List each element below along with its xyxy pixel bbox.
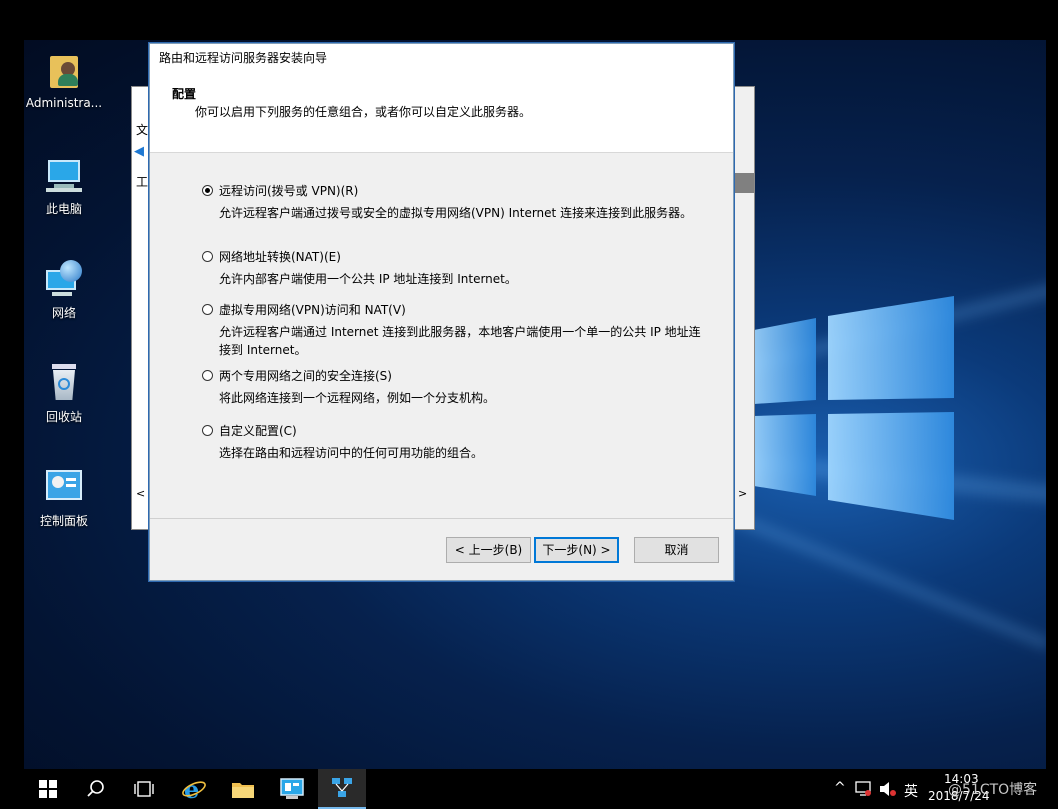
desktop-icon-label: 此电脑 <box>45 202 82 216</box>
recycle-bin-icon <box>44 362 84 402</box>
desktop-icon-label: 回收站 <box>45 410 82 424</box>
option-description: 允许远程客户端通过 Internet 连接到此服务器，本地客户端使用一个单一的公… <box>219 325 701 357</box>
option-label[interactable]: 网络地址转换(NAT)(E) <box>219 248 341 265</box>
windows-logo-wallpaper <box>754 296 954 520</box>
option-description: 将此网络连接到一个远程网络，例如一个分支机构。 <box>219 391 496 405</box>
radio-button-selected[interactable] <box>202 185 213 196</box>
ime-indicator[interactable]: 英 <box>904 781 918 801</box>
volume-muted-icon[interactable] <box>879 781 897 800</box>
radio-button[interactable] <box>202 251 213 262</box>
option-label[interactable]: 自定义配置(C) <box>219 422 297 439</box>
desktop-icon-label: Administra... <box>25 96 103 110</box>
show-hidden-icons-chevron-icon[interactable]: ^ <box>834 780 846 796</box>
computer-icon <box>44 154 84 194</box>
desktop-icon-recycle-bin[interactable]: 回收站 <box>24 362 104 425</box>
control-panel-icon <box>44 466 84 506</box>
wizard-header-title: 配置 <box>172 87 197 101</box>
menu-fragment[interactable]: 文 <box>136 121 148 138</box>
desktop-icon-network[interactable]: 网络 <box>24 258 104 321</box>
desktop-icon-this-pc[interactable]: 此电脑 <box>24 154 104 217</box>
scrollbar-thumb[interactable] <box>734 173 754 193</box>
next-button[interactable]: 下一步(N) > <box>534 537 619 563</box>
back-button[interactable]: < 上一步(B) <box>446 537 531 563</box>
network-status-icon[interactable] <box>855 781 871 800</box>
wizard-header: 配置 你可以启用下列服务的任意组合，或者你可以自定义此服务器。 <box>150 72 733 153</box>
desktop-icon-label: 控制面板 <box>39 514 88 528</box>
desktop-icon-label: 网络 <box>51 306 76 320</box>
option-label[interactable]: 远程访问(拨号或 VPN)(R) <box>219 182 358 199</box>
footer-divider <box>150 518 733 519</box>
option-label[interactable]: 两个专用网络之间的安全连接(S) <box>219 367 392 384</box>
radio-button[interactable] <box>202 425 213 436</box>
console-right-edge: > <box>734 87 754 529</box>
desktop-icon-administrator[interactable]: Administra... <box>24 50 104 110</box>
option-description: 允许远程客户端通过拨号或安全的虚拟专用网络(VPN) Internet 连接来连… <box>219 206 693 220</box>
task-view-icon[interactable] <box>120 769 168 809</box>
desktop-icon-control-panel[interactable]: 控制面板 <box>24 466 104 529</box>
routing-remote-access-icon[interactable] <box>318 769 366 809</box>
scroll-left-icon[interactable]: < <box>136 487 145 500</box>
file-explorer-icon[interactable] <box>219 769 267 809</box>
scroll-right-icon[interactable]: > <box>738 487 747 500</box>
watermark: @51CTO博客 <box>948 782 1038 798</box>
search-icon[interactable] <box>72 769 120 809</box>
wizard-header-subtitle: 你可以启用下列服务的任意组合，或者你可以自定义此服务器。 <box>195 105 532 119</box>
cancel-button[interactable]: 取消 <box>634 537 719 563</box>
option-description: 允许内部客户端使用一个公共 IP 地址连接到 Internet。 <box>219 272 517 286</box>
taskbar: e ^ 英 14:03 2018/7/24 @51CTO博客 <box>0 769 1058 809</box>
tree-fragment: 工 <box>136 175 149 189</box>
start-icon[interactable] <box>24 769 72 809</box>
back-arrow-icon[interactable]: ◀ <box>134 145 148 159</box>
option-label[interactable]: 虚拟专用网络(VPN)访问和 NAT(V) <box>219 301 406 318</box>
radio-button[interactable] <box>202 370 213 381</box>
option-description: 选择在路由和远程访问中的任何可用功能的组合。 <box>219 446 484 460</box>
internet-explorer-icon[interactable]: e <box>170 769 218 809</box>
wizard-title: 路由和远程访问服务器安装向导 <box>150 44 733 72</box>
server-manager-icon[interactable] <box>268 769 316 809</box>
radio-button[interactable] <box>202 304 213 315</box>
user-folder-icon <box>44 50 84 90</box>
network-icon <box>44 258 84 298</box>
setup-wizard-dialog: 路由和远程访问服务器安装向导 配置 你可以启用下列服务的任意组合，或者你可以自定… <box>149 43 734 581</box>
